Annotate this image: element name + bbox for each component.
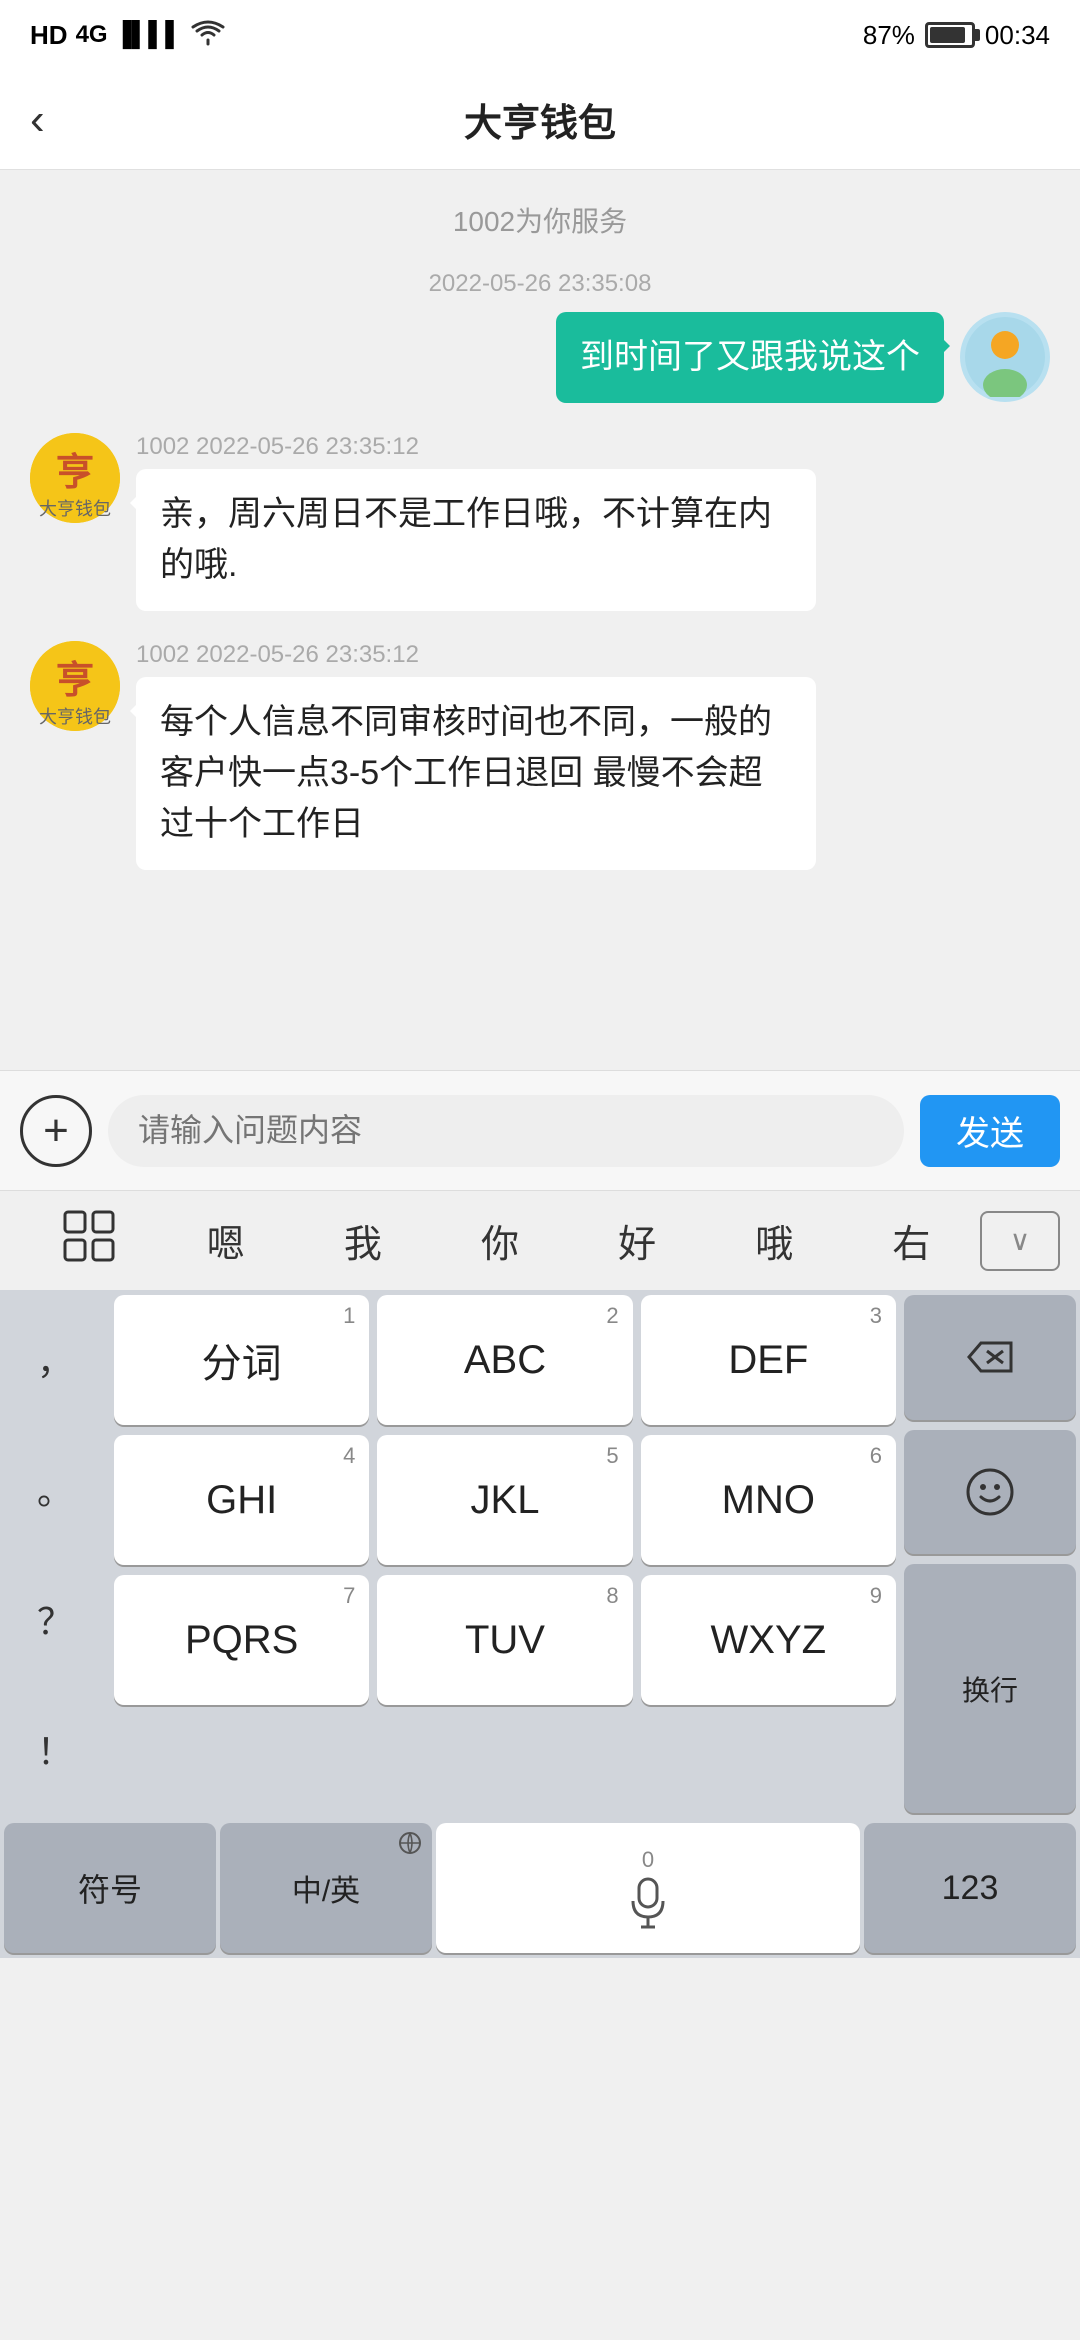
- bot-msg-content-2: 1002 2022-05-26 23:35:12 每个人信息不同审核时间也不同，…: [136, 641, 816, 870]
- quick-word-2[interactable]: 我: [294, 1213, 431, 1268]
- kb-row-1: 1 分词 2 ABC 3 DEF: [110, 1290, 900, 1430]
- bot-meta-1: 1002 2022-05-26 23:35:12: [136, 433, 816, 461]
- back-button[interactable]: ‹: [30, 95, 45, 145]
- kb-row-2: 4 GHI 5 JKL 6 MNO: [110, 1430, 900, 1570]
- key-abc[interactable]: 2 ABC: [377, 1295, 632, 1425]
- key-exclaim[interactable]: ！: [0, 1684, 110, 1814]
- signal-icon: 4G ▐▌▌▌: [76, 21, 183, 49]
- time-display: 00:34: [985, 20, 1050, 51]
- key-tuv[interactable]: 8 TUV: [377, 1575, 632, 1705]
- collapse-keyboard-button[interactable]: ∨: [980, 1211, 1060, 1271]
- svg-text:亨: 亨: [56, 659, 94, 702]
- battery-icon: [925, 22, 975, 48]
- timestamp-1: 2022-05-26 23:35:08: [30, 270, 1050, 298]
- chat-container: 1002为你服务 2022-05-26 23:35:08 到时间了又跟我说这个: [0, 170, 1080, 1070]
- quick-word-4[interactable]: 好: [569, 1213, 706, 1268]
- key-123[interactable]: 123: [864, 1823, 1076, 1953]
- bot-bubble-2: 每个人信息不同审核时间也不同，一般的客户快一点3-5个工作日退回 最慢不会超过十…: [136, 677, 816, 870]
- key-symbol[interactable]: 符号: [4, 1823, 216, 1953]
- send-button[interactable]: 发送: [920, 1095, 1060, 1167]
- key-emoji[interactable]: [904, 1430, 1076, 1555]
- user-bubble: 到时间了又跟我说这个: [556, 312, 944, 403]
- keyboard-main-section: ， 。 ？ ！ 1 分词 2 ABC 3 DEF: [0, 1290, 1080, 1818]
- keyboard-left-col: ， 。 ？ ！: [0, 1290, 110, 1818]
- chat-area: 1002为你服务 2022-05-26 23:35:08 到时间了又跟我说这个: [0, 170, 1080, 920]
- quick-word-6[interactable]: 右: [843, 1213, 980, 1268]
- keyboard-right-col: 换行: [900, 1290, 1080, 1818]
- key-pqrs[interactable]: 7 PQRS: [114, 1575, 369, 1705]
- bot-message-row-2: 亨 大亨钱包 1002 2022-05-26 23:35:12 每个人信息不同审…: [30, 641, 1050, 870]
- user-avatar: [960, 312, 1050, 402]
- key-fenCI[interactable]: 1 分词: [114, 1295, 369, 1425]
- kb-row-3: 7 PQRS 8 TUV 9 WXYZ: [110, 1570, 900, 1710]
- key-zero-label: 0: [642, 1847, 654, 1873]
- bot-avatar-2: 亨 大亨钱包: [30, 641, 120, 731]
- key-question[interactable]: ？: [0, 1554, 110, 1684]
- key-mno[interactable]: 6 MNO: [641, 1435, 896, 1565]
- app-header: ‹ 大亨钱包: [0, 70, 1080, 170]
- add-button[interactable]: +: [20, 1095, 92, 1167]
- bot-message-row-1: 亨 大亨钱包 1002 2022-05-26 23:35:12 亲，周六周日不是…: [30, 433, 1050, 611]
- header-title: 大亨钱包: [464, 92, 616, 147]
- status-bar: HD 4G ▐▌▌▌ 87% 00:34: [0, 0, 1080, 70]
- svg-text:亨: 亨: [56, 451, 94, 494]
- wifi-icon: [190, 18, 226, 53]
- bot-meta-2: 1002 2022-05-26 23:35:12: [136, 641, 816, 669]
- quick-word-5[interactable]: 哦: [706, 1213, 843, 1268]
- keyboard: ， 。 ？ ！ 1 分词 2 ABC 3 DEF: [0, 1290, 1080, 1958]
- key-zero-mic[interactable]: 0: [436, 1823, 860, 1953]
- key-backspace[interactable]: [904, 1295, 1076, 1420]
- user-message-row: 到时间了又跟我说这个: [30, 312, 1050, 403]
- status-right: 87% 00:34: [863, 20, 1050, 51]
- quick-word-3[interactable]: 你: [431, 1213, 568, 1268]
- quick-grid-icon[interactable]: [20, 1210, 157, 1272]
- bot-msg-content-1: 1002 2022-05-26 23:35:12 亲，周六周日不是工作日哦，不计…: [136, 433, 816, 611]
- key-jkl[interactable]: 5 JKL: [377, 1435, 632, 1565]
- user-msg-content: 到时间了又跟我说这个: [556, 312, 944, 403]
- key-period[interactable]: 。: [0, 1424, 110, 1554]
- quick-word-1[interactable]: 嗯: [157, 1213, 294, 1268]
- input-area: + 发送: [0, 1070, 1080, 1190]
- key-comma[interactable]: ，: [0, 1294, 110, 1424]
- bot-bubble-1: 亲，周六周日不是工作日哦，不计算在内的哦.: [136, 469, 816, 611]
- bot-avatar: 亨 大亨钱包: [30, 433, 120, 523]
- key-lang[interactable]: 中/英: [220, 1823, 432, 1953]
- message-input[interactable]: [108, 1095, 904, 1167]
- key-def[interactable]: 3 DEF: [641, 1295, 896, 1425]
- bot-name-label-2: 大亨钱包: [39, 703, 111, 729]
- key-ghi[interactable]: 4 GHI: [114, 1435, 369, 1565]
- keyboard-bottom-row: 符号 中/英 0 123: [0, 1818, 1080, 1958]
- keyboard-main-grid: 1 分词 2 ABC 3 DEF 4 GHI 5: [110, 1290, 900, 1818]
- battery-percent: 87%: [863, 20, 915, 51]
- quick-words-row: 嗯 我 你 好 哦 右 ∨: [0, 1190, 1080, 1290]
- key-wxyz[interactable]: 9 WXYZ: [641, 1575, 896, 1705]
- bot-name-label: 大亨钱包: [39, 495, 111, 521]
- status-left: HD 4G ▐▌▌▌: [30, 18, 226, 53]
- key-newline[interactable]: 换行: [904, 1564, 1076, 1813]
- service-label: 1002为你服务: [30, 200, 1050, 240]
- hd-label: HD: [30, 20, 68, 51]
